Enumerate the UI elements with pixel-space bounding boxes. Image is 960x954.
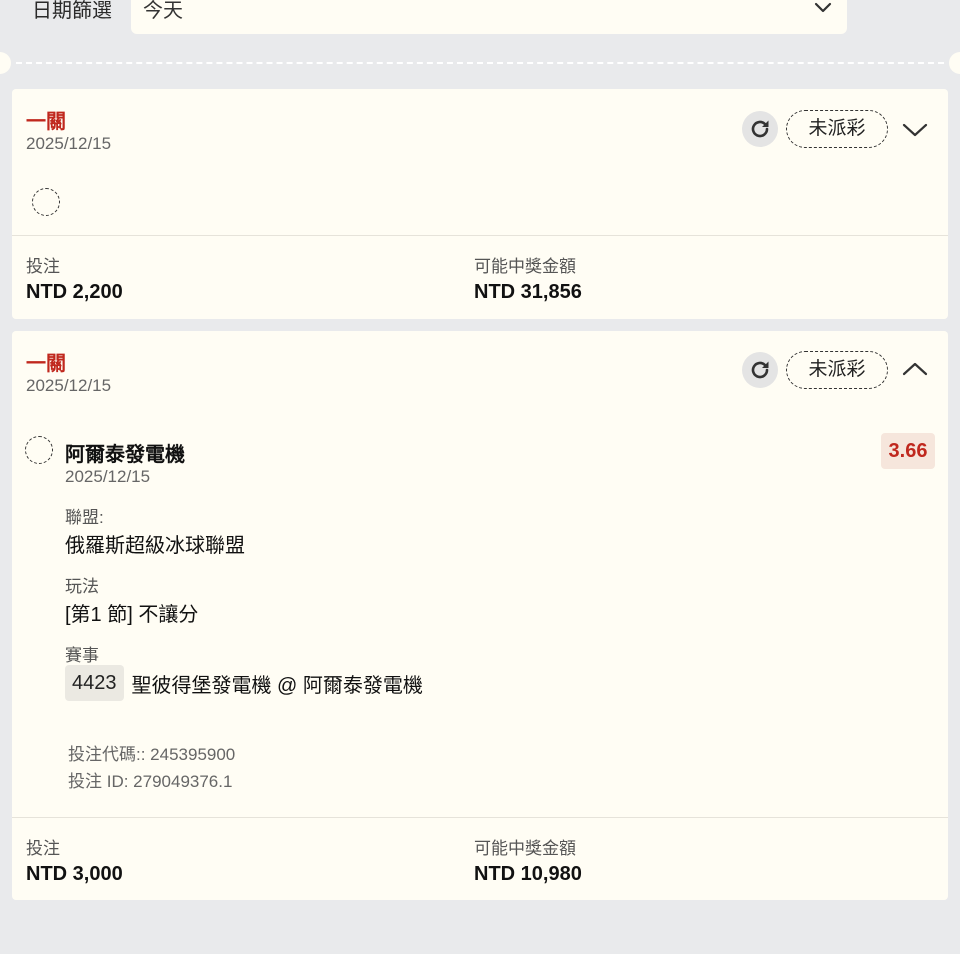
bet-card: 一關 2025/12/15 未派彩 投注 NTD 2,200 可能中獎金額 NT… [12,89,948,319]
bet-type-label: 一關 [26,111,66,133]
bet-card: 一關 2025/12/15 未派彩 阿爾泰發電機 2025/12/15 3.66… [12,331,948,900]
date-filter-row: 日期篩選 今天 [0,0,960,40]
divider-notch-left [0,52,11,74]
potential-win-label: 可能中獎金額 [474,257,576,276]
stake-value: NTD 3,000 [26,863,123,885]
date-filter-select[interactable]: 今天 [131,0,847,34]
market-value: [第1 節] 不讓分 [65,604,199,626]
league-label: 聯盟: [65,508,104,527]
bet-id: 投注 ID: 279049376.1 [68,772,233,791]
refresh-icon [751,120,769,138]
event-row: 4423 聖彼得堡發電機 @ 阿爾泰發電機 [65,665,423,701]
bet-date: 2025/12/15 [26,134,112,153]
refresh-button[interactable] [742,111,778,147]
potential-win-value: NTD 10,980 [474,863,582,885]
status-badge: 未派彩 [786,110,888,148]
market-label: 玩法 [65,577,99,596]
refresh-button[interactable] [742,352,778,388]
league-value: 俄羅斯超級冰球聯盟 [65,535,245,557]
card-divider [12,817,948,818]
bet-date: 2025/12/15 [26,376,112,395]
date-filter-label: 日期篩選 [32,0,112,22]
pending-circle-icon [25,436,53,464]
odds-badge: 3.66 [881,433,935,469]
chevron-down-icon[interactable] [901,120,929,140]
event-label: 賽事 [65,646,99,665]
event-name: 聖彼得堡發電機 @ 阿爾泰發電機 [131,674,423,697]
selection-team: 阿爾泰發電機 [65,444,185,466]
stake-label: 投注 [26,839,60,858]
stake-label: 投注 [26,257,60,276]
status-badge: 未派彩 [786,351,888,389]
selection-date: 2025/12/15 [65,467,151,486]
potential-win-value: NTD 31,856 [474,281,582,303]
date-filter-value: 今天 [143,0,183,22]
stake-value: NTD 2,200 [26,281,123,303]
event-code-badge: 4423 [65,665,124,701]
chevron-down-icon [814,2,832,13]
card-divider [12,235,948,236]
bet-type-label: 一關 [26,353,66,375]
ticket-divider [0,52,960,74]
chevron-up-icon[interactable] [901,359,929,379]
divider-dash-line [16,62,944,64]
divider-notch-right [949,52,960,74]
bet-code: 投注代碼:: 245395900 [68,745,236,764]
refresh-icon [751,361,769,379]
potential-win-label: 可能中獎金額 [474,839,576,858]
pending-circle-icon [32,188,60,216]
